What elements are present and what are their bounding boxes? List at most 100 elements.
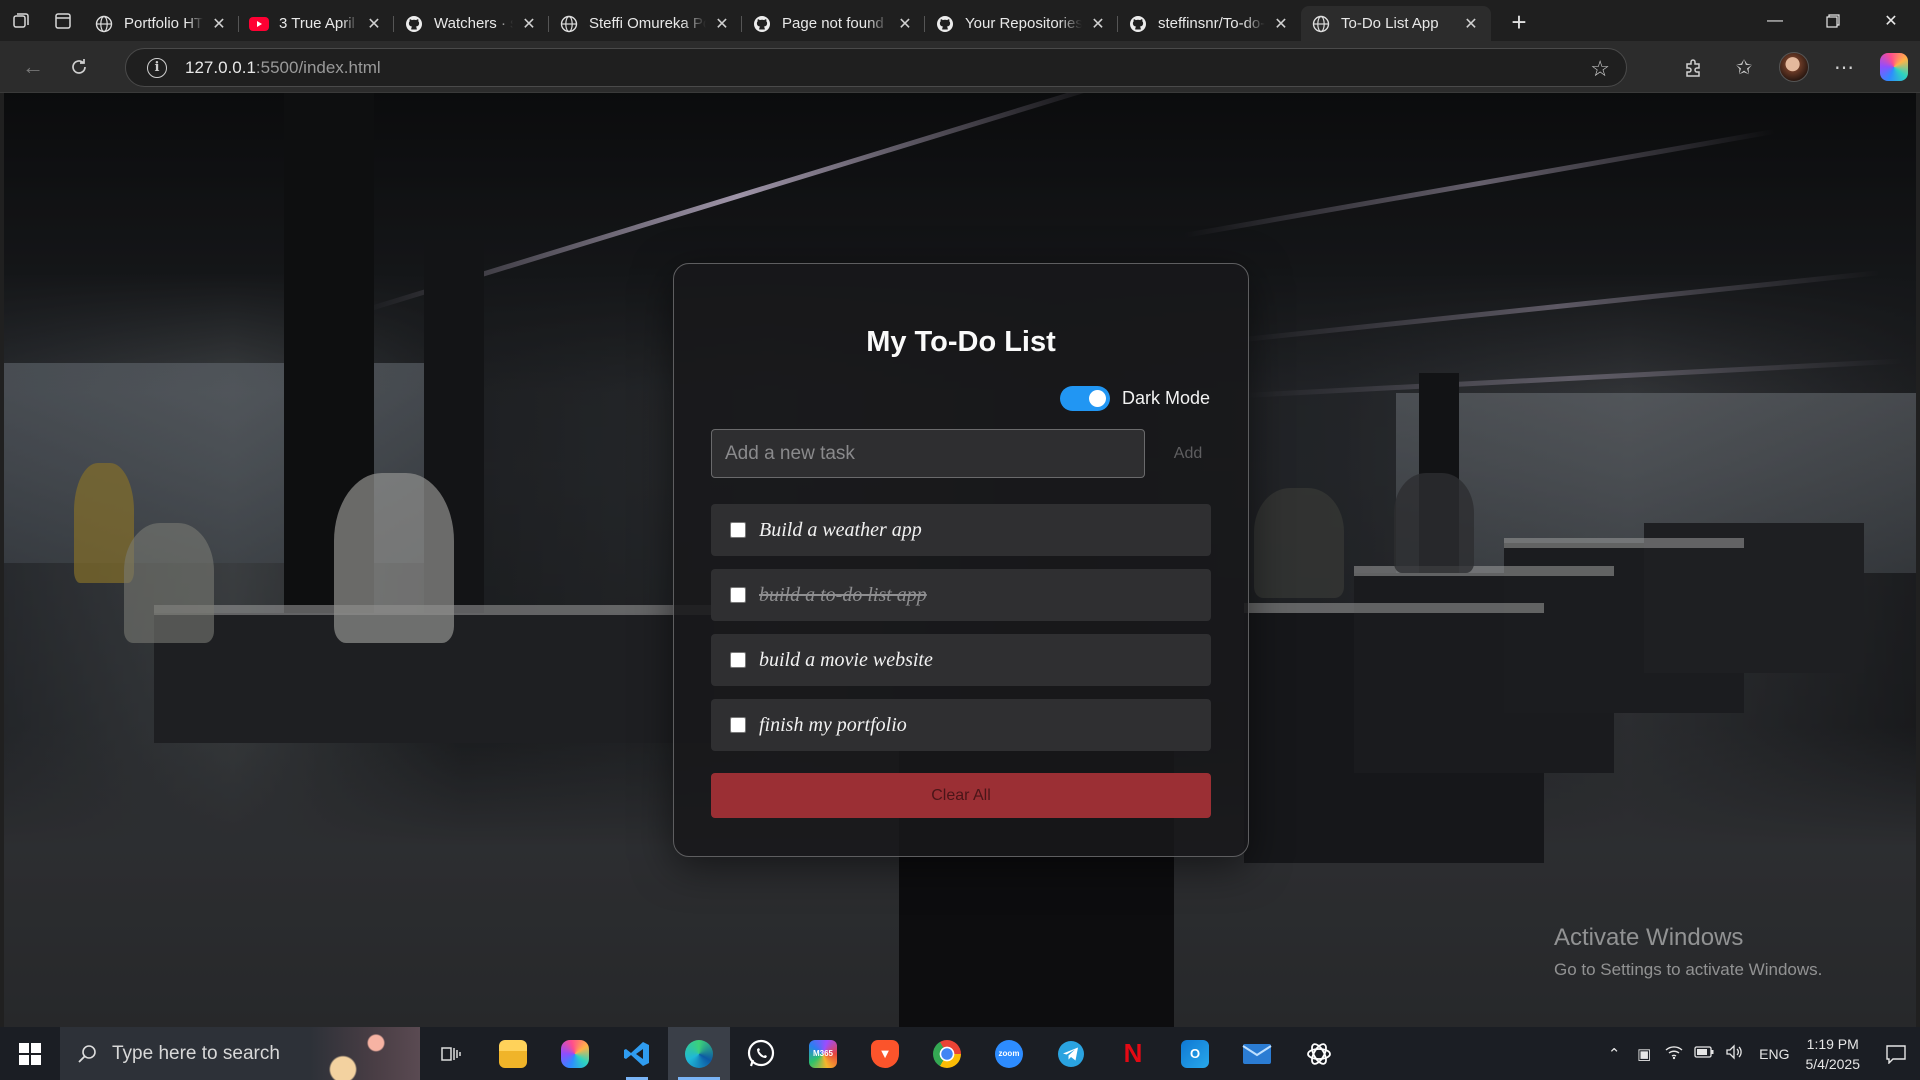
- close-window-button[interactable]: ✕: [1862, 0, 1920, 41]
- show-hidden-icons-chevron-icon[interactable]: ⌃: [1601, 1045, 1627, 1063]
- task-item[interactable]: finish my portfolio: [711, 699, 1211, 751]
- copilot-icon: [1880, 53, 1908, 81]
- back-button[interactable]: ←: [12, 47, 54, 87]
- tab-portfolio[interactable]: Portfolio HTML U ✕: [84, 7, 239, 41]
- task-checkbox[interactable]: [730, 522, 746, 538]
- language-indicator[interactable]: ENG: [1759, 1046, 1789, 1062]
- taskbar-clock[interactable]: 1:19 PM 5/4/2025: [1806, 1034, 1861, 1074]
- copilot-app-button[interactable]: [544, 1027, 606, 1080]
- close-tab-icon[interactable]: ✕: [1271, 14, 1291, 34]
- puzzle-icon: [1686, 59, 1700, 77]
- tab-watchers[interactable]: Watchers · steffin ✕: [394, 7, 549, 41]
- refresh-button[interactable]: [58, 47, 100, 87]
- vscode-button[interactable]: [606, 1027, 668, 1080]
- toggle-knob: [1088, 390, 1106, 407]
- github-icon: [935, 14, 955, 34]
- favorite-star-icon[interactable]: ☆: [1590, 56, 1610, 82]
- globe-icon: [1311, 14, 1331, 34]
- toggle-switch[interactable]: [1059, 386, 1110, 411]
- more-icon: ⋯: [1834, 56, 1854, 79]
- close-tab-icon[interactable]: ✕: [209, 14, 229, 34]
- favorites-icon: ✩: [1735, 56, 1753, 79]
- site-info-icon[interactable]: i: [147, 57, 167, 78]
- copilot-app-icon: [561, 1039, 589, 1068]
- url-host: 127.0.0.1: [185, 57, 256, 77]
- task-text: Build a weather app: [759, 518, 922, 541]
- page-title: My To-Do List: [866, 326, 1056, 358]
- chrome-button[interactable]: [916, 1027, 978, 1080]
- close-tab-icon[interactable]: ✕: [1088, 14, 1108, 34]
- close-tab-icon[interactable]: ✕: [712, 14, 732, 34]
- task-item[interactable]: build a movie website: [711, 634, 1211, 686]
- refresh-icon: [72, 58, 86, 74]
- favorites-button[interactable]: ✩: [1722, 47, 1766, 87]
- microsoft-365-button[interactable]: M365: [792, 1027, 854, 1080]
- tab-label: 3 True April Fools: [279, 15, 358, 32]
- tab-label: Steffi Omureka Po: [589, 15, 706, 32]
- extensions-button[interactable]: [1672, 47, 1716, 87]
- zoom-icon: zoom: [995, 1039, 1023, 1068]
- volume-icon[interactable]: [1721, 1043, 1747, 1064]
- dark-mode-toggle[interactable]: Dark Mode: [1059, 386, 1210, 411]
- clear-all-button[interactable]: Clear All: [711, 773, 1211, 818]
- profile-button[interactable]: [1772, 47, 1816, 87]
- outlook-button[interactable]: O: [1164, 1027, 1226, 1080]
- restore-icon: [1826, 13, 1840, 28]
- mail-button[interactable]: [1226, 1027, 1288, 1080]
- workspaces-button[interactable]: [0, 0, 42, 41]
- close-tab-icon[interactable]: ✕: [519, 14, 539, 34]
- task-checkbox[interactable]: [730, 652, 746, 668]
- whatsapp-icon: [747, 1039, 775, 1066]
- meet-now-icon[interactable]: ▣: [1631, 1045, 1657, 1063]
- globe-icon: [94, 14, 114, 34]
- file-explorer-button[interactable]: [482, 1027, 544, 1080]
- browser-toolbar: ← i 127.0.0.1:5500/index.html ☆ ✩ ⋯: [0, 41, 1920, 93]
- github-icon: [1128, 14, 1148, 34]
- new-tab-button[interactable]: +: [1499, 6, 1539, 40]
- brave-button[interactable]: ▼: [854, 1027, 916, 1080]
- wifi-icon[interactable]: [1661, 1044, 1687, 1064]
- tab-steffi[interactable]: Steffi Omureka Po ✕: [549, 7, 742, 41]
- address-bar[interactable]: i 127.0.0.1:5500/index.html ☆: [125, 48, 1627, 87]
- new-task-input[interactable]: [711, 429, 1145, 478]
- task-item[interactable]: build a to-do list app: [711, 569, 1211, 621]
- tab-page-not-found[interactable]: Page not found · ✕: [742, 7, 925, 41]
- url-path: :5500/index.html: [255, 57, 381, 77]
- edge-button[interactable]: [668, 1027, 730, 1080]
- workspaces-icon: [13, 12, 29, 28]
- task-text: build a to-do list app: [759, 583, 927, 606]
- tab-youtube[interactable]: 3 True April Fools ✕: [239, 7, 394, 41]
- notifications-icon: [1886, 1044, 1906, 1064]
- tab-todo-app[interactable]: To-Do List App ✕: [1301, 6, 1491, 41]
- restore-button[interactable]: [1804, 0, 1862, 41]
- add-task-button[interactable]: Add: [1165, 429, 1211, 478]
- close-tab-icon[interactable]: ✕: [895, 14, 915, 34]
- start-button[interactable]: [0, 1027, 60, 1080]
- page-viewport: My To-Do List Dark Mode Add Build a weat…: [4, 93, 1916, 1027]
- task-item[interactable]: Build a weather app: [711, 504, 1211, 556]
- task-checkbox[interactable]: [730, 717, 746, 733]
- close-tab-icon[interactable]: ✕: [1461, 14, 1481, 34]
- tab-label: Your Repositories: [965, 15, 1082, 32]
- task-checkbox[interactable]: [730, 587, 746, 603]
- whatsapp-button[interactable]: [730, 1027, 792, 1080]
- copilot-button[interactable]: [1872, 47, 1916, 87]
- file-explorer-icon: [499, 1039, 527, 1068]
- tab-actions-button[interactable]: [42, 0, 84, 41]
- windows-taskbar: Type here to search M365 ▼ zoom N O ⌃ ▣: [0, 1027, 1920, 1080]
- tab-todo-repo[interactable]: steffinsnr/To-do-l ✕: [1118, 7, 1301, 41]
- more-options-button[interactable]: ⋯: [1822, 47, 1866, 87]
- netflix-button[interactable]: N: [1102, 1027, 1164, 1080]
- minimize-button[interactable]: —: [1746, 0, 1804, 41]
- taskbar-search-box[interactable]: Type here to search: [60, 1027, 420, 1080]
- todo-card: My To-Do List Dark Mode Add Build a weat…: [673, 263, 1249, 857]
- netflix-icon: N: [1123, 1038, 1143, 1068]
- telegram-button[interactable]: [1040, 1027, 1102, 1080]
- chatgpt-button[interactable]: [1288, 1027, 1350, 1080]
- notifications-button[interactable]: [1872, 1027, 1920, 1080]
- zoom-button[interactable]: zoom: [978, 1027, 1040, 1080]
- battery-icon[interactable]: [1691, 1045, 1717, 1062]
- task-view-button[interactable]: [420, 1027, 482, 1080]
- close-tab-icon[interactable]: ✕: [364, 14, 384, 34]
- tab-your-repositories[interactable]: Your Repositories ✕: [925, 7, 1118, 41]
